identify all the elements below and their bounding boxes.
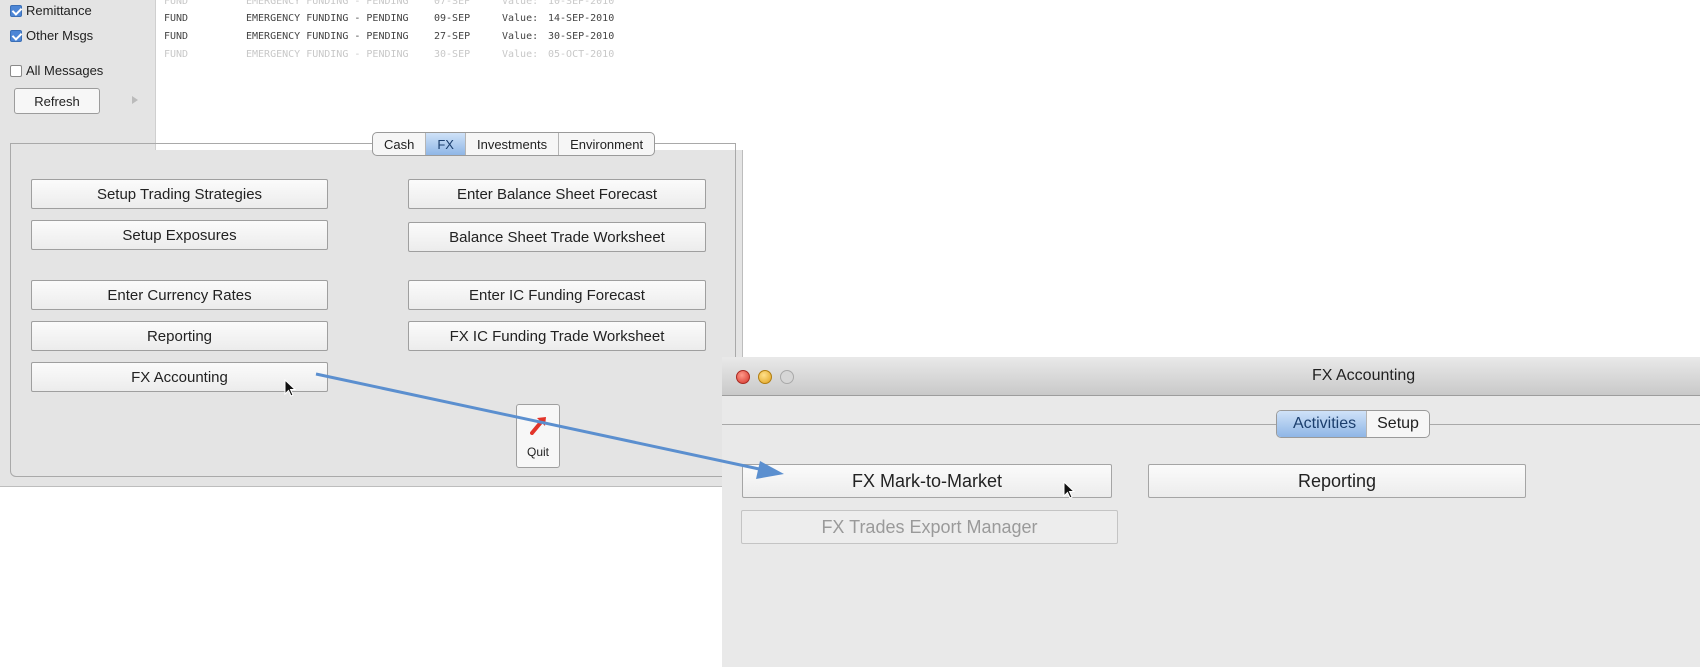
- message-type: FUND: [164, 13, 189, 24]
- reporting-button[interactable]: Reporting: [1148, 464, 1526, 498]
- minimize-window-icon[interactable]: [758, 370, 772, 384]
- expand-triangle-icon[interactable]: [132, 96, 138, 104]
- enter-currency-rates-button[interactable]: Enter Currency Rates: [31, 280, 328, 310]
- remittance-checkbox[interactable]: Remittance: [10, 3, 92, 18]
- other-msgs-checkbox[interactable]: Other Msgs: [10, 28, 93, 43]
- message-date: 09-SEP: [434, 13, 471, 24]
- main-window: Remittance Other Msgs All Messages Refre…: [0, 0, 743, 487]
- zoom-window-icon[interactable]: [780, 370, 794, 384]
- other-msgs-label: Other Msgs: [26, 28, 94, 43]
- enter-balance-sheet-forecast-button[interactable]: Enter Balance Sheet Forecast: [408, 179, 706, 209]
- message-value-date: 14-SEP-2010: [548, 13, 615, 24]
- tab-environment[interactable]: Environment: [559, 133, 654, 155]
- mouse-pointer-icon: [1063, 481, 1076, 499]
- balance-sheet-trade-worksheet-button[interactable]: Balance Sheet Trade Worksheet: [408, 222, 706, 252]
- message-value-label: Value:: [502, 13, 539, 24]
- title-bar[interactable]: FX Accounting: [722, 357, 1700, 396]
- mouse-pointer-icon: [284, 379, 297, 397]
- message-value-date: 30-SEP-2010: [548, 31, 615, 42]
- reporting-button[interactable]: Reporting: [31, 321, 328, 351]
- message-description: EMERGENCY FUNDING - PENDING: [246, 31, 409, 42]
- window-title: FX Accounting: [1312, 367, 1416, 384]
- refresh-button[interactable]: Refresh: [14, 88, 100, 114]
- tab-investments[interactable]: Investments: [466, 133, 560, 155]
- remittance-label: Remittance: [26, 3, 92, 18]
- enter-ic-funding-forecast-button[interactable]: Enter IC Funding Forecast: [408, 280, 706, 310]
- setup-trading-strategies-button[interactable]: Setup Trading Strategies: [31, 179, 328, 209]
- fx-trades-export-manager-button[interactable]: FX Trades Export Manager: [741, 510, 1118, 544]
- message-value-label: Value:: [502, 31, 539, 42]
- tab-divider: [722, 424, 1700, 425]
- all-messages-label: All Messages: [26, 63, 104, 78]
- close-window-icon[interactable]: [736, 370, 750, 384]
- fx-tab-bar: Activities Setup: [1276, 410, 1430, 438]
- fx-mark-to-market-button[interactable]: FX Mark-to-Market: [742, 464, 1112, 498]
- message-list: FUND EMERGENCY FUNDING - PENDING 07-SEP …: [155, 0, 743, 150]
- setup-exposures-button[interactable]: Setup Exposures: [31, 220, 328, 250]
- tab-setup[interactable]: Setup: [1367, 411, 1429, 437]
- message-date: 27-SEP: [434, 31, 471, 42]
- quit-label: Quit: [526, 445, 549, 459]
- fx-accounting-window: FX Accounting Activities Setup FX Mark-t…: [722, 357, 1700, 667]
- fx-ic-funding-trade-worksheet-button[interactable]: FX IC Funding Trade Worksheet: [408, 321, 706, 351]
- message-description: EMERGENCY FUNDING - PENDING: [246, 13, 409, 24]
- message-filter-panel: Remittance Other Msgs All Messages Refre…: [0, 0, 155, 150]
- main-tab-bar: Cash FX Investments Environment: [372, 132, 656, 156]
- checkbox-unchecked-icon[interactable]: [10, 64, 22, 77]
- checkbox-checked-icon[interactable]: [10, 29, 22, 42]
- quit-arrow-icon: [530, 417, 546, 435]
- tab-fx[interactable]: FX: [426, 133, 466, 155]
- tab-cash[interactable]: Cash: [373, 133, 427, 155]
- tab-activities[interactable]: Activities: [1277, 411, 1368, 437]
- checkbox-checked-icon[interactable]: [10, 4, 22, 17]
- quit-button[interactable]: Quit: [516, 404, 560, 468]
- message-type: FUND: [164, 31, 189, 42]
- all-messages-checkbox[interactable]: All Messages: [10, 63, 103, 78]
